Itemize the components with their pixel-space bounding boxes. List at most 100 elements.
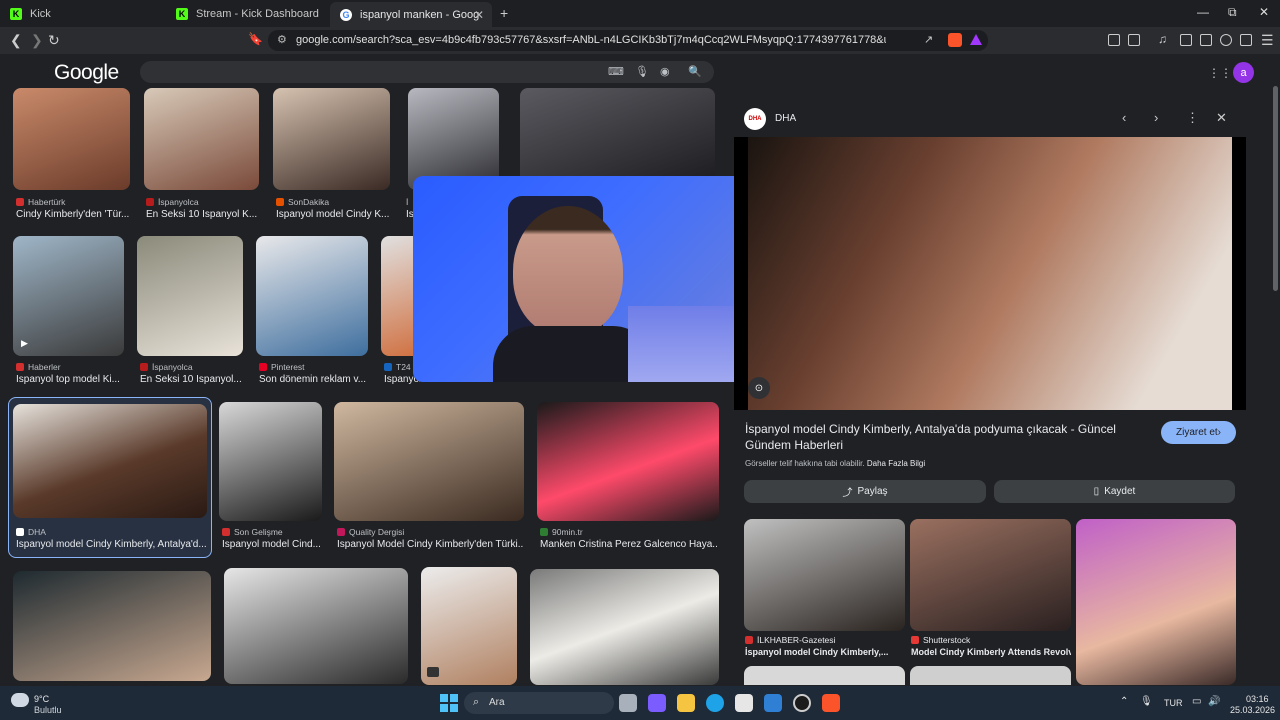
forward-button[interactable]: ❯ <box>31 32 43 49</box>
related-image-1[interactable] <box>744 519 905 631</box>
brave-shields-icon[interactable] <box>948 33 962 47</box>
result-title[interactable]: İspanyol model Cindy Kimberly, Antalya'd… <box>16 539 208 550</box>
extensions-icon[interactable] <box>1108 34 1120 46</box>
restore-button[interactable]: ⧉ <box>1228 5 1237 20</box>
result-image-17[interactable] <box>530 569 719 685</box>
result-image-10[interactable] <box>13 404 207 518</box>
result-image-5[interactable] <box>520 88 715 190</box>
result-title[interactable]: İspanyol top model Ki... <box>16 374 124 385</box>
related-title[interactable]: Model Cindy Kimberly Attends Revolve ... <box>911 647 1071 657</box>
result-image-6[interactable]: ▶ <box>13 236 124 356</box>
more-info-link[interactable]: Daha Fazla Bilgi <box>867 459 925 468</box>
clock-date[interactable]: 25.03.2026 <box>1230 705 1275 715</box>
result-title[interactable]: İspanyol Model Cindy Kimberly'den Türki.… <box>337 539 523 550</box>
close-window-button[interactable]: ✕ <box>1259 5 1269 19</box>
related-image-2[interactable] <box>910 519 1071 631</box>
related-title[interactable]: İspanyol model Cindy Kimberly,... <box>745 647 905 657</box>
share-button[interactable]: ⤴ Paylaş <box>744 480 986 503</box>
mic-icon[interactable]: 🎙 <box>635 65 649 78</box>
store-icon[interactable] <box>735 694 753 712</box>
result-title[interactable]: En Seksi 10 İspanyol... <box>140 374 244 385</box>
close-icon[interactable]: ✕ <box>1216 110 1227 126</box>
start-icon[interactable] <box>440 694 458 712</box>
preview-title[interactable]: İspanyol model Cindy Kimberly, Antalya'd… <box>745 421 1145 453</box>
scrollbar-thumb[interactable] <box>1273 86 1278 291</box>
result-image-2[interactable] <box>144 88 259 190</box>
language-indicator[interactable]: TUR <box>1164 698 1183 708</box>
avatar[interactable]: a <box>1233 62 1254 83</box>
mail-icon[interactable] <box>764 694 782 712</box>
lens-icon[interactable]: ◉ <box>660 65 670 78</box>
vpn-icon[interactable] <box>1220 34 1232 46</box>
screenshot-icon[interactable] <box>1128 34 1140 46</box>
brave-icon[interactable] <box>822 694 840 712</box>
reload-button[interactable]: ↻ <box>48 32 60 49</box>
keyboard-icon[interactable]: ⌨ <box>608 65 624 78</box>
related-image-4[interactable] <box>744 666 905 685</box>
network-icon[interactable]: ▭ <box>1192 696 1201 707</box>
result-image-3[interactable] <box>273 88 390 190</box>
widgets-icon[interactable] <box>648 694 666 712</box>
close-icon[interactable]: ✕ <box>474 8 484 22</box>
media-icon[interactable]: ♫ <box>1158 32 1167 46</box>
related-image-5[interactable] <box>910 666 1071 685</box>
tab-google-search[interactable]: G ispanyol manken - Google'da Ar ✕ <box>330 2 492 27</box>
result-image-14[interactable] <box>13 571 211 681</box>
result-title[interactable]: İspanyol model Cind... <box>222 539 322 550</box>
chevron-up-icon[interactable]: ⌃ <box>1120 696 1128 707</box>
back-button[interactable]: ❮ <box>10 32 22 49</box>
next-icon[interactable]: › <box>1154 110 1158 125</box>
related-image-3[interactable] <box>1076 519 1236 685</box>
sidebar-icon[interactable] <box>1180 34 1192 46</box>
result-image-1[interactable] <box>13 88 130 190</box>
taskbar-search-input[interactable]: Ara <box>489 697 505 708</box>
google-logo[interactable]: Google <box>54 61 119 85</box>
menu-icon[interactable]: ☰ <box>1261 32 1274 49</box>
result-title[interactable]: Manken Cristina Perez Galcenco Haya... <box>540 539 718 550</box>
url-field[interactable]: ⚙ google.com/search?sca_esv=4b9c4fb793c5… <box>268 30 988 51</box>
result-image-12[interactable] <box>334 402 524 521</box>
task-view-icon[interactable] <box>619 694 637 712</box>
source-name[interactable]: DHA <box>775 113 796 124</box>
prev-icon[interactable]: ‹ <box>1122 110 1126 125</box>
site-info-icon[interactable]: ⚙ <box>277 33 287 46</box>
wallet-icon[interactable] <box>1200 34 1212 46</box>
taskbar-search[interactable]: ⌕ Ara <box>464 692 614 714</box>
result-title[interactable]: Son dönemin reklam v... <box>259 374 369 385</box>
shield-icon[interactable] <box>1240 34 1252 46</box>
obs-icon[interactable] <box>793 694 811 712</box>
volume-icon[interactable]: 🔊 <box>1208 696 1220 707</box>
preview-image[interactable] <box>748 137 1232 410</box>
favicon-icon <box>337 528 345 536</box>
mic-icon[interactable]: 🎙 <box>1140 696 1153 707</box>
result-image-11[interactable] <box>219 402 322 521</box>
result-image-8[interactable] <box>256 236 368 356</box>
result-image-7[interactable] <box>137 236 243 356</box>
minimize-button[interactable]: — <box>1197 5 1209 19</box>
edge-icon[interactable] <box>706 694 724 712</box>
result-image-13[interactable] <box>537 402 719 521</box>
new-tab-button[interactable]: + <box>500 5 508 21</box>
visit-button[interactable]: Ziyaret et › <box>1161 421 1236 444</box>
search-box[interactable]: ⌨ 🎙 ◉ 🔍 <box>140 61 714 83</box>
file-explorer-icon[interactable] <box>677 694 695 712</box>
tab-kick-dashboard[interactable]: K Stream - Kick Dashboard <box>166 3 329 25</box>
clock-time[interactable]: 03:16 <box>1246 694 1269 704</box>
result-image-16[interactable] <box>421 567 517 685</box>
save-button[interactable]: ▯ Kaydet <box>994 480 1235 503</box>
result-title[interactable]: En Seksi 10 İspanyol K... <box>146 209 260 220</box>
brave-rewards-icon[interactable] <box>970 34 982 45</box>
share-icon[interactable]: ↗ <box>924 33 933 46</box>
result-title[interactable]: İspanyol model Cindy K... <box>276 209 390 220</box>
page-scrollbar[interactable] <box>1272 54 1280 686</box>
result-image-15[interactable] <box>224 568 408 684</box>
lens-icon[interactable]: ⊙ <box>748 377 770 399</box>
bookmark-icon[interactable]: 🔖 <box>248 32 263 46</box>
search-icon[interactable]: 🔍 <box>688 65 702 78</box>
result-image-4[interactable] <box>408 88 499 190</box>
weather-desc[interactable]: Bulutlu <box>34 705 62 715</box>
more-options-icon[interactable]: ⋮ <box>1186 110 1199 126</box>
result-title[interactable]: Cindy Kimberly'den 'Tür... <box>16 209 130 220</box>
tab-kick[interactable]: K Kick <box>0 3 165 25</box>
weather-temp[interactable]: 9°C <box>34 694 49 704</box>
